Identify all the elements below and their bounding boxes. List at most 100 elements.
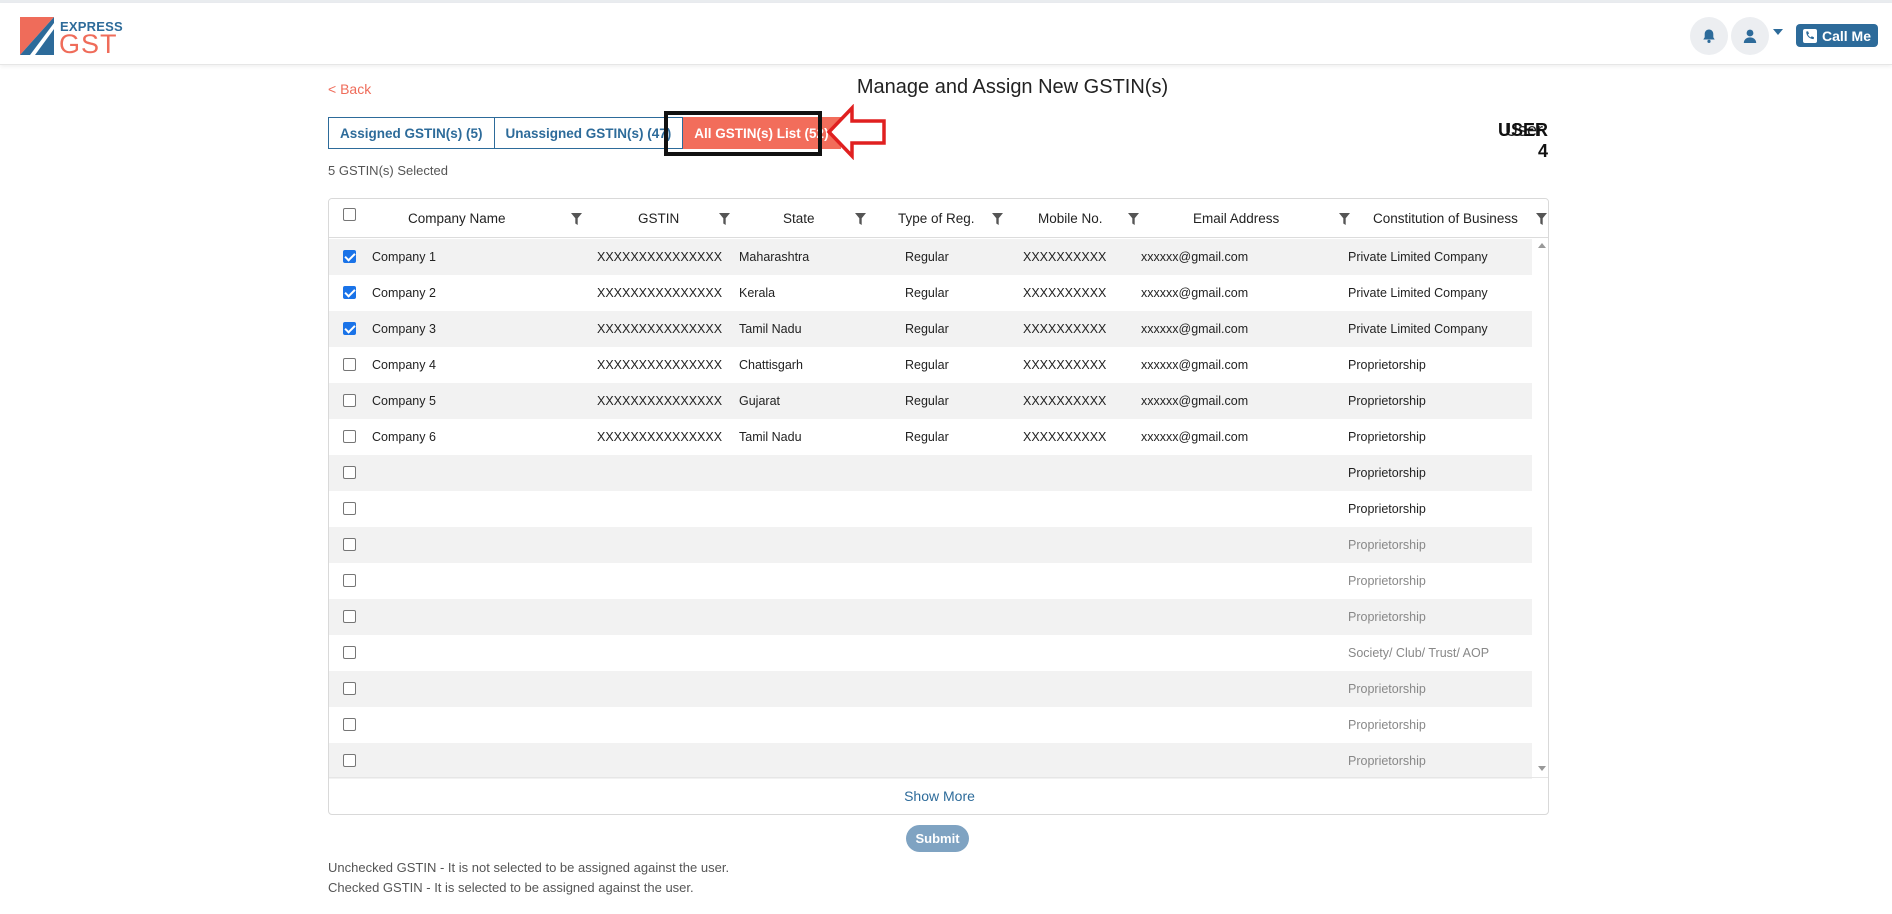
- column-header-mobile-no: Mobile No.: [1038, 211, 1103, 226]
- cell-company-name: Company 5: [372, 394, 436, 408]
- cell-state: Tamil Nadu: [739, 322, 802, 336]
- tab-assigned-gstins[interactable]: Assigned GSTIN(s) (5): [328, 117, 495, 149]
- table-row[interactable]: Company 2 XXXXXXXXXXXXXXX Kerala Regular XXX…: [329, 275, 1532, 311]
- select-all-checkbox[interactable]: [343, 208, 356, 221]
- filter-icon[interactable]: [855, 213, 866, 225]
- row-checkbox[interactable]: [343, 574, 356, 587]
- table-row[interactable]: Proprietorship: [329, 743, 1532, 779]
- table-row[interactable]: Proprietorship: [329, 527, 1532, 563]
- user-name: USER 4: [1497, 120, 1548, 161]
- show-more-link[interactable]: Show More: [904, 788, 975, 804]
- bell-icon: [1703, 29, 1715, 43]
- cell-type-of-reg: Regular: [905, 286, 949, 300]
- call-me-button[interactable]: Call Me: [1796, 24, 1878, 47]
- annotation-arrow-icon: [826, 104, 886, 160]
- column-header-state: State: [783, 211, 815, 226]
- cell-constitution-of-business: Proprietorship: [1348, 754, 1426, 768]
- row-checkbox[interactable]: [343, 538, 356, 551]
- cell-constitution-of-business: Proprietorship: [1348, 466, 1426, 480]
- filter-icon[interactable]: [1339, 213, 1350, 225]
- cell-constitution-of-business: Private Limited Company: [1348, 322, 1488, 336]
- back-link[interactable]: < Back: [328, 81, 371, 97]
- filter-icon[interactable]: [719, 213, 730, 225]
- tab-unassigned-gstins[interactable]: Unassigned GSTIN(s) (47): [494, 117, 684, 149]
- table-row[interactable]: Company 6 XXXXXXXXXXXXXXX Tamil Nadu Regula…: [329, 419, 1532, 455]
- notifications-button[interactable]: [1690, 17, 1728, 55]
- cell-mobile-no: XXXXXXXXXX: [1023, 250, 1107, 264]
- row-checkbox[interactable]: [343, 502, 356, 515]
- row-checkbox[interactable]: [343, 466, 356, 479]
- row-checkbox[interactable]: [343, 610, 356, 623]
- row-checkbox[interactable]: [343, 718, 356, 731]
- gstin-table: Company Name GSTIN State Type of Reg. Mo…: [328, 198, 1549, 815]
- cell-state: Maharashtra: [739, 250, 810, 264]
- table-body: Company 1 XXXXXXXXXXXXXXX Maharashtra Regul…: [329, 239, 1532, 779]
- cell-state: Tamil Nadu: [739, 430, 802, 444]
- table-header: Company Name GSTIN State Type of Reg. Mo…: [329, 199, 1548, 238]
- filter-icon[interactable]: [571, 213, 582, 225]
- cell-type-of-reg: Regular: [905, 394, 949, 408]
- cell-mobile-no: XXXXXXXXXX: [1023, 286, 1107, 300]
- cell-company-name: Company 1: [372, 250, 436, 264]
- cell-email-address: xxxxxx@gmail.com: [1141, 430, 1249, 444]
- table-row[interactable]: Company 3 XXXXXXXXXXXXXXX Tamil Nadu Regula…: [329, 311, 1532, 347]
- cell-company-name: Company 2: [372, 286, 436, 300]
- scroll-up-icon[interactable]: [1538, 243, 1546, 248]
- table-row[interactable]: Society/ Club/ Trust/ AOP: [329, 635, 1532, 671]
- cell-constitution-of-business: Society/ Club/ Trust/ AOP: [1348, 646, 1490, 660]
- cell-state: Chattisgarh: [739, 358, 803, 372]
- call-me-label: Call Me: [1821, 27, 1871, 44]
- table-row[interactable]: Proprietorship: [329, 491, 1532, 527]
- column-header-constitution-of-business: Constitution of Business: [1373, 211, 1518, 226]
- table-row[interactable]: Company 1 XXXXXXXXXXXXXXX Maharashtra Regul…: [329, 239, 1532, 275]
- cell-type-of-reg: Regular: [905, 430, 949, 444]
- filter-icon[interactable]: [1536, 213, 1547, 225]
- row-checkbox[interactable]: [343, 754, 356, 767]
- row-checkbox[interactable]: [343, 430, 356, 443]
- cell-type-of-reg: Regular: [905, 322, 949, 336]
- chevron-down-icon[interactable]: [1773, 29, 1783, 35]
- submit-button[interactable]: Submit: [906, 825, 969, 852]
- cell-gstin: XXXXXXXXXXXXXXX: [597, 430, 723, 444]
- user-icon: [1743, 29, 1757, 43]
- column-header-email-address: Email Address: [1193, 211, 1280, 226]
- express-gst-logo[interactable]: EXPRESS GST: [20, 17, 140, 59]
- table-row[interactable]: Proprietorship: [329, 671, 1532, 707]
- cell-type-of-reg: Regular: [905, 250, 949, 264]
- cell-constitution-of-business: Proprietorship: [1348, 430, 1426, 444]
- cell-company-name: Company 3: [372, 322, 436, 336]
- filter-icon[interactable]: [1128, 213, 1139, 225]
- cell-email-address: xxxxxx@gmail.com: [1141, 322, 1249, 336]
- scroll-down-icon[interactable]: [1538, 766, 1546, 771]
- filter-icon[interactable]: [992, 213, 1003, 225]
- page-title: Manage and Assign New GSTIN(s): [856, 76, 1169, 98]
- row-checkbox[interactable]: [343, 358, 356, 371]
- table-row[interactable]: Proprietorship: [329, 563, 1532, 599]
- table-row[interactable]: Company 5 XXXXXXXXXXXXXXX Gujarat Regular XX…: [329, 383, 1532, 419]
- show-more-row: Show More: [329, 777, 1548, 814]
- table-row[interactable]: Proprietorship: [329, 455, 1532, 491]
- logo-mark-icon: [20, 17, 54, 55]
- cell-constitution-of-business: Proprietorship: [1348, 394, 1426, 408]
- column-header-company-name: Company Name: [408, 211, 506, 226]
- note-unchecked: Unchecked GSTIN - It is not selected to …: [328, 860, 730, 875]
- cell-constitution-of-business: Proprietorship: [1348, 610, 1426, 624]
- row-checkbox[interactable]: [343, 250, 356, 263]
- user-menu-button[interactable]: [1731, 17, 1769, 55]
- cell-gstin: XXXXXXXXXXXXXXX: [597, 322, 723, 336]
- row-checkbox[interactable]: [343, 646, 356, 659]
- table-row[interactable]: Proprietorship: [329, 599, 1532, 635]
- cell-constitution-of-business: Private Limited Company: [1348, 286, 1488, 300]
- row-checkbox[interactable]: [343, 286, 356, 299]
- row-checkbox[interactable]: [343, 682, 356, 695]
- phone-icon: [1802, 28, 1817, 43]
- row-checkbox[interactable]: [343, 394, 356, 407]
- cell-company-name: Company 6: [372, 430, 436, 444]
- app-header: EXPRESS GST Call Me: [0, 3, 1892, 65]
- table-scrollbar[interactable]: [1534, 239, 1548, 777]
- cell-mobile-no: XXXXXXXXXX: [1023, 430, 1107, 444]
- cell-email-address: xxxxxx@gmail.com: [1141, 358, 1249, 372]
- row-checkbox[interactable]: [343, 322, 356, 335]
- table-row[interactable]: Company 4 XXXXXXXXXXXXXXX Chattisgarh Regul…: [329, 347, 1532, 383]
- table-row[interactable]: Proprietorship: [329, 707, 1532, 743]
